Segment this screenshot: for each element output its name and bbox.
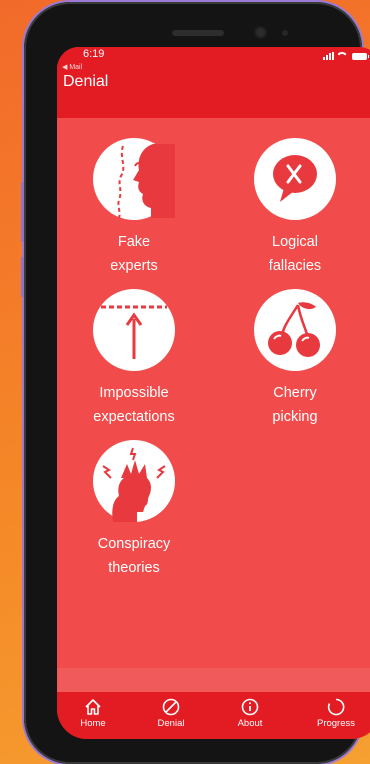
logical-fallacies-icon [254, 138, 336, 220]
content-footer-strip [57, 668, 370, 692]
tile-conspiracy-theories[interactable]: Conspiracy theories [74, 440, 194, 580]
tile-label: Conspiracy theories [97, 536, 171, 576]
tile-fake-experts[interactable]: Fake experts [74, 138, 194, 278]
info-icon [215, 696, 285, 718]
tile-cherry-picking[interactable]: Cherry picking [235, 289, 355, 429]
tile-label: Cherry picking [272, 385, 318, 425]
speaker-grille [172, 30, 224, 36]
tile-logical-fallacies[interactable]: Logical fallacies [235, 138, 355, 278]
phone-frame: 6:19 ◀ Mail Denial Fake experts Logical … [21, 2, 370, 764]
conspiracy-theories-icon [93, 440, 175, 522]
home-icon [58, 696, 128, 718]
screen: 6:19 ◀ Mail Denial Fake experts Logical … [57, 47, 370, 739]
status-icons [323, 52, 369, 60]
fake-experts-icon [93, 138, 175, 220]
nav-about[interactable]: About [215, 696, 285, 729]
battery-icon [352, 53, 369, 60]
bottom-nav: Home Denial About Progress [57, 692, 370, 739]
tile-label: Impossible expectations [93, 385, 175, 425]
progress-icon [301, 696, 370, 718]
denial-icon [136, 696, 206, 718]
volume-button [21, 182, 24, 242]
front-camera [256, 28, 265, 37]
wifi-icon [338, 52, 348, 60]
nav-progress[interactable]: Progress [301, 696, 370, 729]
app-header: 6:19 ◀ Mail Denial [57, 47, 370, 118]
nav-home[interactable]: Home [58, 696, 128, 729]
back-to-app-link[interactable]: ◀ Mail [62, 63, 82, 71]
tile-label: Fake experts [110, 234, 158, 274]
tile-impossible-expectations[interactable]: Impossible expectations [74, 289, 194, 429]
signal-icon [323, 52, 334, 60]
topics-grid: Fake experts Logical fallacies Impossibl… [57, 118, 370, 668]
tile-label: Logical fallacies [268, 234, 322, 274]
proximity-sensor [282, 30, 288, 36]
cherry-picking-icon [254, 289, 336, 371]
bixby-button [21, 257, 24, 297]
status-time: 6:19 [83, 48, 105, 60]
nav-denial[interactable]: Denial [136, 696, 206, 729]
page-title: Denial [63, 73, 109, 90]
impossible-expectations-icon [93, 289, 175, 371]
